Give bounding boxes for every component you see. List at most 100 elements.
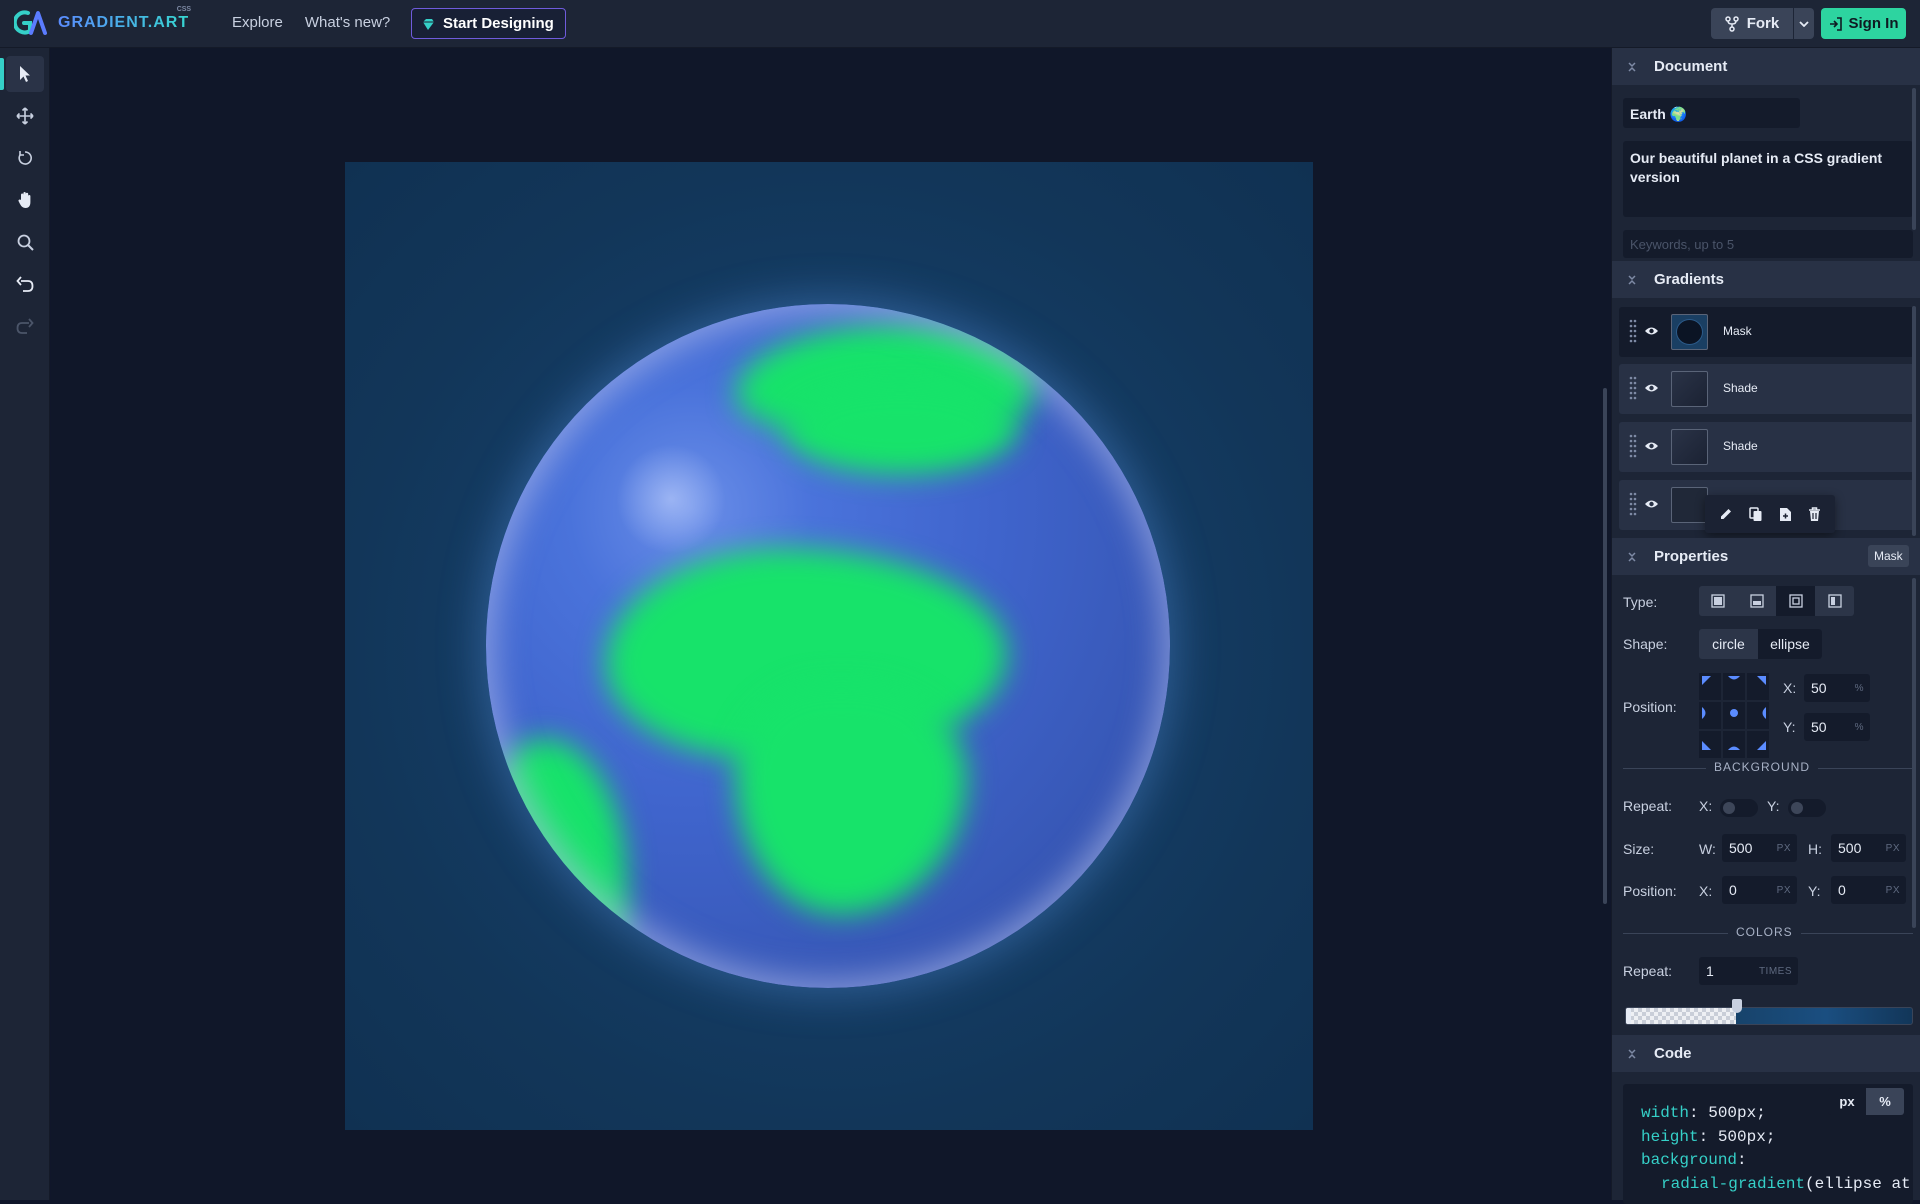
color-stops-bar[interactable] xyxy=(1625,1007,1913,1025)
edge-top-icon xyxy=(1728,676,1740,680)
drag-handle-icon[interactable] xyxy=(1629,319,1637,345)
pos-x-input[interactable]: 50% xyxy=(1804,674,1870,702)
new-file-icon[interactable] xyxy=(1779,507,1792,522)
move-tool[interactable] xyxy=(6,98,44,134)
tool-bar xyxy=(0,48,50,1200)
size-w-unit: PX xyxy=(1776,842,1791,854)
color-stop-handle[interactable] xyxy=(1626,1008,1631,1024)
chevron-down-icon xyxy=(1799,20,1809,27)
fork-dropdown-button[interactable] xyxy=(1794,8,1814,39)
canvas-area[interactable] xyxy=(51,48,1610,1200)
artboard[interactable] xyxy=(345,162,1313,1130)
rotate-icon xyxy=(18,151,32,165)
layer-row[interactable]: Shade xyxy=(1619,422,1915,472)
anchor-top-right[interactable] xyxy=(1747,673,1769,700)
color-stop-handle[interactable] xyxy=(1732,999,1742,1013)
drag-handle-icon[interactable] xyxy=(1629,434,1637,460)
shape-circle-button[interactable]: circle xyxy=(1699,629,1758,659)
redo-button[interactable] xyxy=(6,308,44,344)
properties-scrollbar[interactable] xyxy=(1912,578,1916,928)
sign-in-button[interactable]: Sign In xyxy=(1821,8,1906,39)
layer-name: Mask xyxy=(1723,324,1752,338)
size-h-value: 500 xyxy=(1838,840,1862,856)
shape-selector: circle ellipse xyxy=(1699,629,1822,659)
properties-section-header[interactable]: Properties Mask xyxy=(1612,538,1920,575)
shape-ellipse-button[interactable]: ellipse xyxy=(1758,629,1822,659)
inspector-panel: Document Earth 🌍 Our beautiful planet in… xyxy=(1611,48,1920,1200)
bg-x-input[interactable]: 0 PX xyxy=(1722,876,1797,904)
hand-tool[interactable] xyxy=(6,182,44,218)
top-bar: GRADIENT.ART CSS Explore What's new? Star… xyxy=(0,0,1920,48)
anchor-center[interactable] xyxy=(1723,702,1745,729)
code-fn-args: (ellipse at xyxy=(1805,1174,1911,1193)
type-radial-button[interactable] xyxy=(1776,586,1815,616)
fork-button[interactable]: Fork xyxy=(1711,8,1793,39)
anchor-top-left[interactable] xyxy=(1699,673,1721,700)
trash-icon[interactable] xyxy=(1808,506,1821,522)
sign-in-label: Sign In xyxy=(1848,15,1899,32)
pos-y-unit: % xyxy=(1854,721,1864,733)
bg-y-input[interactable]: 0 PX xyxy=(1831,876,1906,904)
layer-name: Shade xyxy=(1723,439,1758,453)
document-name-input[interactable]: Earth 🌍 xyxy=(1623,98,1800,128)
repeat-x-toggle[interactable] xyxy=(1720,799,1758,817)
size-w-label: W: xyxy=(1699,841,1716,857)
anchor-bottom[interactable] xyxy=(1723,731,1745,758)
type-repeating-button[interactable] xyxy=(1815,586,1854,616)
drag-handle-icon[interactable] xyxy=(1629,376,1637,402)
duplicate-icon[interactable] xyxy=(1749,506,1763,522)
nav-whats-new-link[interactable]: What's new? xyxy=(305,14,390,31)
layer-row[interactable]: Mask xyxy=(1619,307,1915,357)
gradients-scrollbar[interactable] xyxy=(1912,306,1916,536)
planet-rim xyxy=(486,304,1170,988)
eye-icon[interactable] xyxy=(1644,325,1659,337)
eye-icon[interactable] xyxy=(1644,440,1659,452)
code-unit-percent-button[interactable]: % xyxy=(1866,1088,1904,1115)
gradients-section-header[interactable]: Gradients xyxy=(1612,261,1920,298)
start-designing-button[interactable]: Start Designing xyxy=(411,8,566,39)
document-section-header[interactable]: Document xyxy=(1612,48,1920,85)
code-unit-px-button[interactable]: px xyxy=(1828,1088,1866,1115)
hand-icon xyxy=(18,192,31,208)
nav-explore-link[interactable]: Explore xyxy=(232,14,283,31)
code-prop-height: height xyxy=(1641,1127,1699,1146)
rotate-tool[interactable] xyxy=(6,140,44,176)
repeat-y-toggle[interactable] xyxy=(1788,799,1826,817)
keywords-input[interactable]: Keywords, up to 5 xyxy=(1623,230,1913,258)
anchor-bottom-left[interactable] xyxy=(1699,731,1721,758)
eye-icon[interactable] xyxy=(1644,498,1659,510)
size-h-input[interactable]: 500 PX xyxy=(1831,834,1906,862)
code-val-width: : 500px; xyxy=(1689,1104,1766,1122)
undo-button[interactable] xyxy=(6,266,44,302)
type-linear-button[interactable] xyxy=(1699,586,1737,616)
pos-y-input[interactable]: 50% xyxy=(1804,713,1870,741)
earth-planet xyxy=(486,304,1170,988)
code-section-header[interactable]: Code xyxy=(1612,1035,1920,1072)
anchor-bottom-right[interactable] xyxy=(1747,731,1769,758)
size-w-input[interactable]: 500 PX xyxy=(1722,834,1797,862)
position-label: Position: xyxy=(1623,699,1677,715)
collapse-icon xyxy=(1628,61,1636,72)
zoom-tool[interactable] xyxy=(6,224,44,260)
colors-repeat-input[interactable]: 1 TIMES xyxy=(1699,957,1798,985)
code-fn-radial: radial-gradient xyxy=(1661,1174,1806,1193)
eye-icon[interactable] xyxy=(1644,382,1659,394)
size-h-unit: PX xyxy=(1885,842,1900,854)
anchor-right[interactable] xyxy=(1747,702,1769,729)
layer-row[interactable]: Shade xyxy=(1619,364,1915,414)
anchor-left[interactable] xyxy=(1699,702,1721,729)
conic-gradient-icon xyxy=(1749,594,1764,608)
drag-handle-icon[interactable] xyxy=(1629,492,1637,518)
pos-y-label: Y: xyxy=(1783,719,1796,735)
redo-icon xyxy=(16,318,34,334)
edit-pencil-icon[interactable] xyxy=(1719,507,1733,521)
select-tool[interactable] xyxy=(0,56,44,92)
logo[interactable]: GRADIENT.ART CSS xyxy=(14,6,191,37)
document-description-input[interactable]: Our beautiful planet in a CSS gradient v… xyxy=(1623,141,1913,217)
collapse-icon xyxy=(1628,551,1636,562)
document-scrollbar[interactable] xyxy=(1912,88,1916,230)
type-conic-button[interactable] xyxy=(1737,586,1776,616)
shape-label: Shape: xyxy=(1623,636,1668,652)
anchor-top[interactable] xyxy=(1723,673,1745,700)
canvas-scrollbar[interactable] xyxy=(1603,388,1607,904)
